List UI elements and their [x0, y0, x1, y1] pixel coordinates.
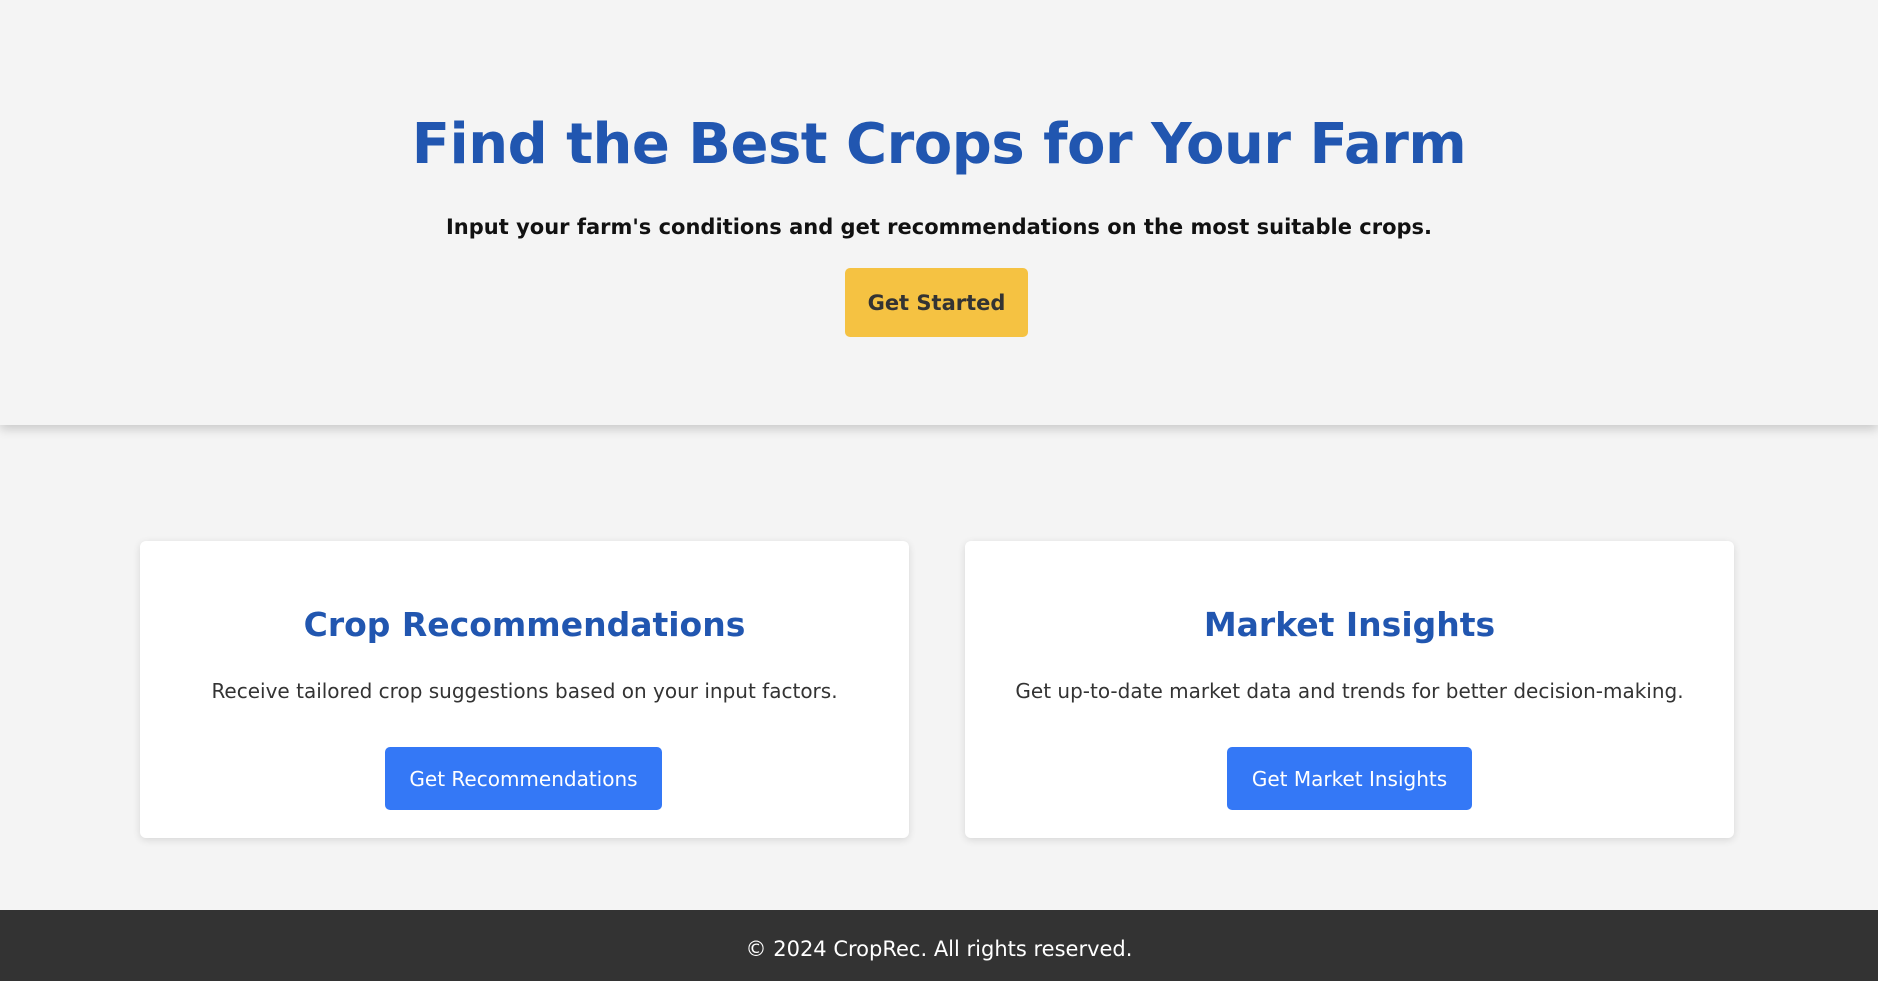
get-market-insights-button[interactable]: Get Market Insights — [1227, 747, 1472, 810]
features-section: Crop Recommendations Receive tailored cr… — [0, 425, 1878, 910]
hero-subtitle: Input your farm's conditions and get rec… — [445, 215, 1432, 239]
card-title: Crop Recommendations — [303, 605, 746, 644]
get-recommendations-button[interactable]: Get Recommendations — [385, 747, 662, 810]
card-description: Get up-to-date market data and trends fo… — [1015, 679, 1684, 703]
crop-recommendations-card: Crop Recommendations Receive tailored cr… — [140, 541, 909, 838]
get-started-button[interactable]: Get Started — [845, 268, 1028, 337]
card-title: Market Insights — [1203, 605, 1496, 644]
card-description: Receive tailored crop suggestions based … — [211, 679, 838, 703]
hero-section: Find the Best Crops for Your Farm Input … — [0, 0, 1878, 425]
site-footer: © 2024 CropRec. All rights reserved. — [0, 910, 1878, 981]
footer-copyright: © 2024 CropRec. All rights reserved. — [745, 937, 1133, 961]
hero-title: Find the Best Crops for Your Farm — [411, 112, 1467, 177]
market-insights-card: Market Insights Get up-to-date market da… — [965, 541, 1734, 838]
